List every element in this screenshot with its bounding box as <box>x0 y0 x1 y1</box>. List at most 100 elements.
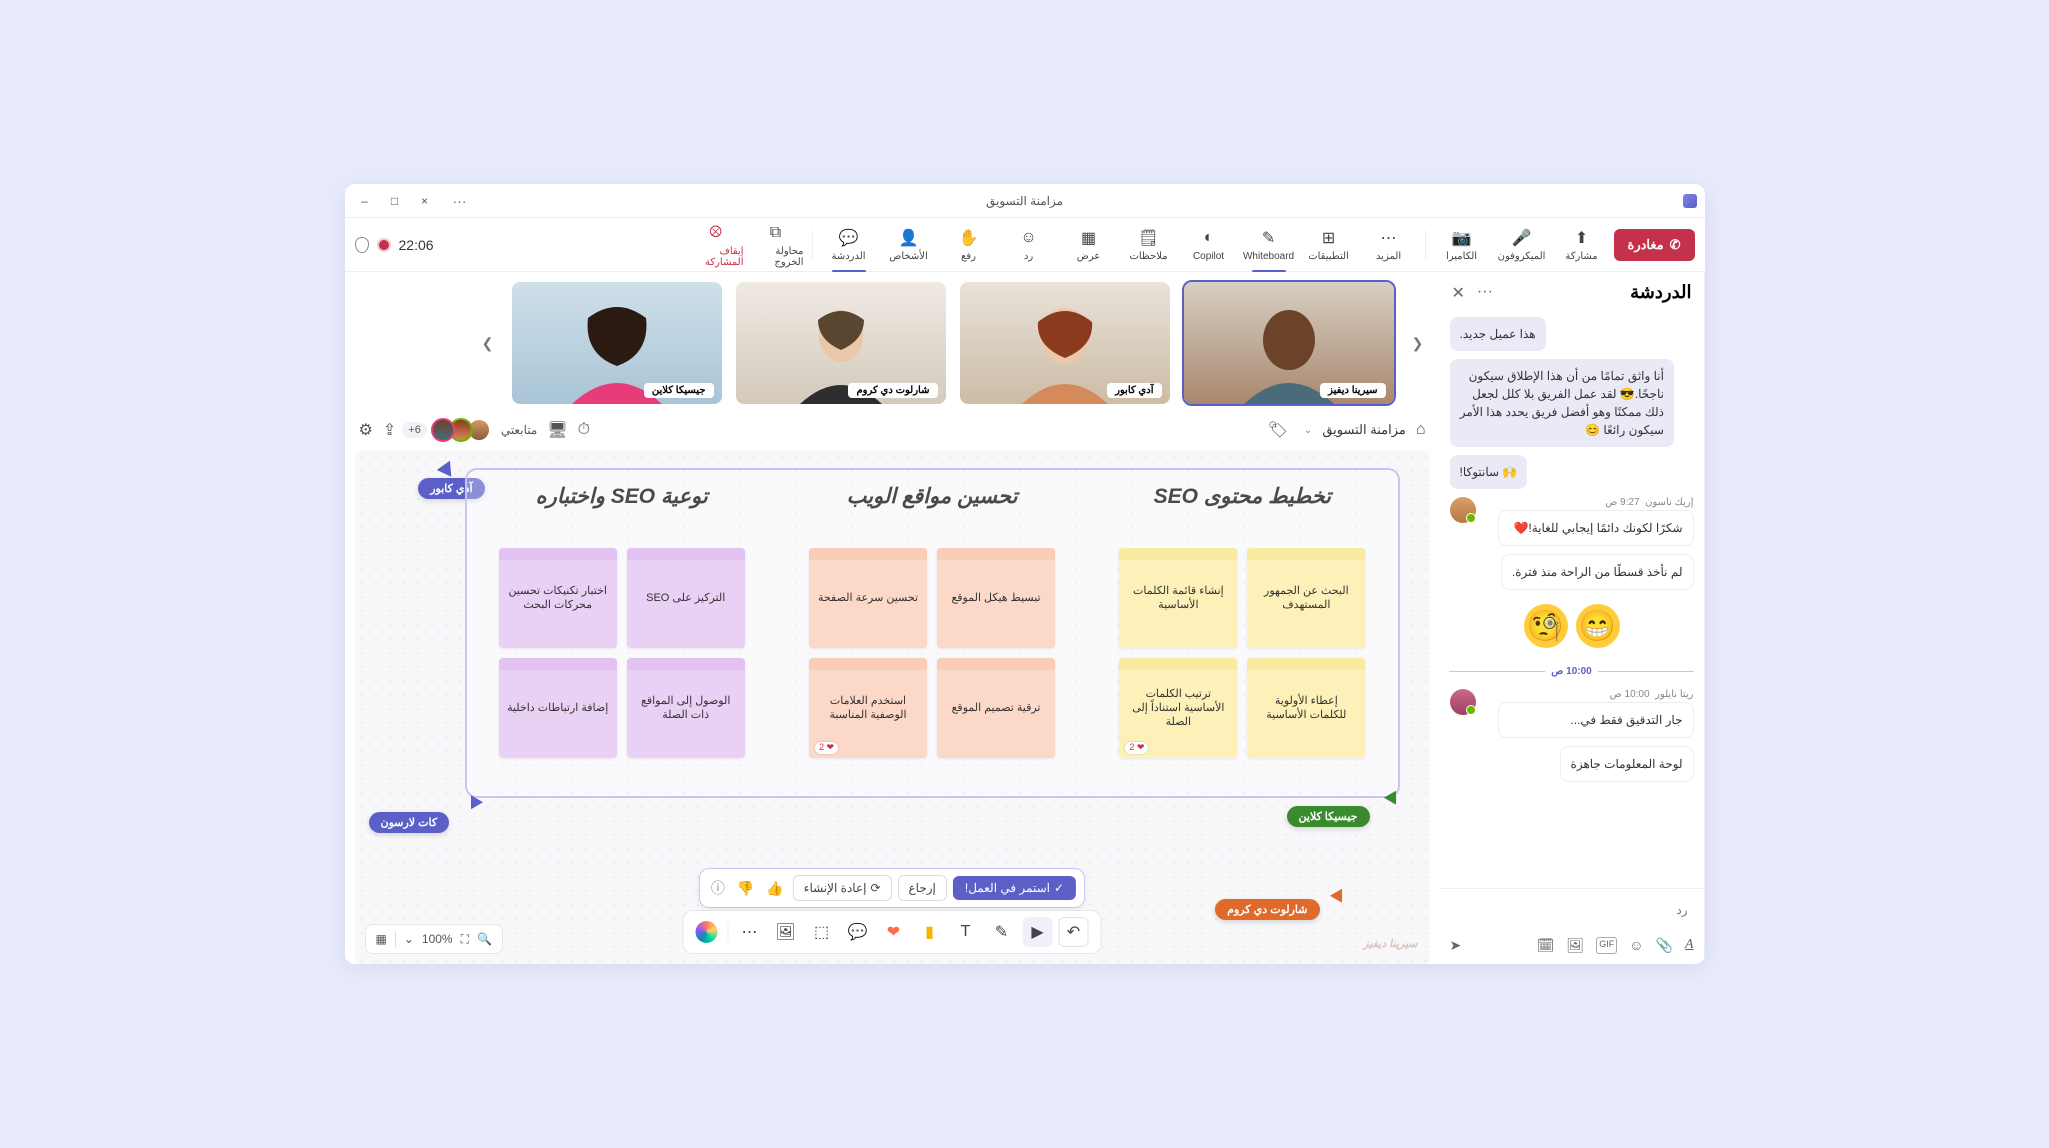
follow-label[interactable]: متابعتي <box>501 423 537 437</box>
pen-tool[interactable]: ✎ <box>987 917 1017 947</box>
sticky-note[interactable]: البحث عن الجمهور المستهدف <box>1247 548 1365 648</box>
sticky-note[interactable]: اختبار تكنيكات تحسين محركات البحث <box>499 548 617 648</box>
schedule-icon[interactable]: 🗓 <box>1537 937 1555 954</box>
chat-compose <box>1440 888 1704 931</box>
window-maximize-button[interactable]: □ <box>381 189 409 213</box>
sticky-note[interactable]: استخدم العلامات الوصفية المناسبة❤ 2 <box>809 658 927 758</box>
sticky-note[interactable]: إعطاء الأولوية للكلمات الأساسية <box>1247 658 1365 758</box>
tag-icon[interactable]: 🏷 <box>1268 420 1288 440</box>
emoji-grin-icon[interactable]: 😁 <box>1576 604 1620 648</box>
view-button[interactable]: ▦عرض <box>1061 221 1117 269</box>
strip-prev-button[interactable]: ❮ <box>1408 313 1428 373</box>
chat-message: هذا عميل جديد. <box>1450 317 1546 351</box>
thumbs-down-icon[interactable]: 👎 <box>734 880 757 897</box>
video-tile[interactable]: سيرينا ديفيز <box>1184 282 1394 404</box>
more-button[interactable]: ⋯المزيد <box>1361 221 1417 269</box>
settings-gear-icon[interactable]: ⚙ <box>359 420 373 440</box>
video-tile[interactable]: شارلوت دي كروم <box>736 282 946 404</box>
camera-icon: 📷 <box>1451 227 1473 249</box>
send-icon[interactable]: ➤ <box>1450 937 1462 954</box>
whiteboard-canvas[interactable]: آدي كابور تخطيط محتوى SEO البحث عن الجمه… <box>355 450 1430 964</box>
whiteboard-title[interactable]: مزامنة التسويق <box>1322 422 1405 438</box>
gif-icon[interactable]: GIF <box>1596 937 1617 954</box>
comment-tool[interactable]: 💬 <box>843 917 873 947</box>
sticky-note[interactable]: ترقية تصميم الموقع <box>937 658 1055 758</box>
presence-avatars[interactable] <box>437 418 491 442</box>
window-close-button[interactable]: × <box>411 189 439 213</box>
sticky-note[interactable]: الوصول إلى المواقع ذات الصلة <box>627 658 745 758</box>
sticky-note[interactable]: إنشاء قائمة الكلمات الأساسية <box>1119 548 1237 648</box>
note-reaction[interactable]: ❤ 2 <box>815 742 838 754</box>
strip-next-button[interactable]: ❯ <box>478 313 498 373</box>
breakout-button[interactable]: ⧉محاولة الخروج <box>748 221 804 269</box>
chat-more-button[interactable]: ··· <box>1477 283 1493 303</box>
board-frame: تخطيط محتوى SEO البحث عن الجمهور المستهد… <box>465 468 1400 798</box>
fit-icon[interactable]: ⛶ <box>461 932 469 947</box>
format-icon[interactable]: A <box>1685 937 1694 954</box>
mic-button[interactable]: 🎤الميكروفون <box>1494 221 1550 269</box>
attach-icon[interactable]: 📎 <box>1656 937 1673 954</box>
timer-icon[interactable]: ⏱ <box>578 421 590 439</box>
copilot-button[interactable]: ◐Copilot <box>1181 221 1237 269</box>
sticky-tool[interactable]: ▮ <box>915 917 945 947</box>
home-icon[interactable]: ⌂ <box>1416 421 1426 439</box>
chat-scroll[interactable]: هذا عميل جديد. أنا واثق تمامًا من أن هذا… <box>1440 313 1704 888</box>
react-button[interactable]: ☺رد <box>1001 221 1057 269</box>
sticker-icon[interactable]: 🖼 <box>1566 937 1584 954</box>
select-tool[interactable]: ▶ <box>1023 917 1053 947</box>
emoji-monocle-icon[interactable]: 🧐 <box>1524 604 1568 648</box>
share-link-icon[interactable]: ⇪ <box>383 420 396 440</box>
image-tool[interactable]: 🖼 <box>771 917 801 947</box>
canvas-toolbar: ↶ ▶ ✎ T ▮ ❤ 💬 ⬚ 🖼 ⋯ <box>683 910 1102 954</box>
people-button[interactable]: 👤الأشخاص <box>881 221 937 269</box>
zoom-out-icon[interactable]: 🔍 <box>477 932 492 946</box>
ai-keep-button[interactable]: ✓استمر في العمل! <box>953 876 1076 900</box>
chat-reply-input[interactable] <box>1450 897 1694 923</box>
ai-regenerate-button[interactable]: ⟳إعادة الإنشاء <box>793 875 892 901</box>
sticky-note[interactable]: ترتيب الكلمات الأساسية استناداً إلى الصل… <box>1119 658 1237 758</box>
leave-button[interactable]: ✆ مغادرة <box>1614 229 1695 261</box>
chat-button[interactable]: 💬الدردشة <box>821 221 877 269</box>
ai-retry-button[interactable]: إرجاع <box>898 875 947 901</box>
shape-tool[interactable]: ⬚ <box>807 917 837 947</box>
whiteboard-header: ⌂ مزامنة التسويق ⌄ 🏷 ⏱ 🖥 متابعتي 6+ ⇪ <box>345 414 1440 450</box>
undo-button[interactable]: ↶ <box>1059 917 1089 947</box>
video-tile[interactable]: آدي كابور <box>960 282 1170 404</box>
whiteboard-button[interactable]: ✎Whiteboard <box>1241 221 1297 269</box>
overflow-count[interactable]: 6+ <box>402 422 427 438</box>
video-tile[interactable]: جيسيكا كلاين <box>512 282 722 404</box>
tile-name-label: جيسيكا كلاين <box>644 383 714 398</box>
camera-button[interactable]: 📷الكاميرا <box>1434 221 1490 269</box>
emoji-picker-icon[interactable]: ☺ <box>1629 937 1643 954</box>
ai-suggestion-bar: ✓استمر في العمل! إرجاع ⟳إعادة الإنشاء 👍 … <box>699 868 1085 908</box>
apps-button[interactable]: ⊞التطبيقات <box>1301 221 1357 269</box>
reaction-tool[interactable]: ❤ <box>879 917 909 947</box>
sticky-note[interactable]: إضافة ارتباطات داخلية <box>499 658 617 758</box>
remote-cursor: كات لارسون <box>369 812 450 833</box>
present-icon[interactable]: 🖥 <box>547 420 567 440</box>
info-icon[interactable]: ⓘ <box>708 878 728 898</box>
apps-icon: ⊞ <box>1318 227 1340 249</box>
stop-share-button[interactable]: ⮾إيقاف المشاركة <box>688 221 744 269</box>
sticky-note[interactable]: تحسين سرعة الصفحة <box>809 548 927 648</box>
sticky-note[interactable]: التركيز على SEO <box>627 548 745 648</box>
privacy-shield-icon[interactable] <box>355 237 369 253</box>
notes-button[interactable]: 🗒ملاحظات <box>1121 221 1177 269</box>
share-button[interactable]: ⬆مشاركة <box>1554 221 1610 269</box>
more-tools[interactable]: ⋯ <box>735 917 765 947</box>
chevron-down-icon[interactable]: ⌄ <box>404 932 414 946</box>
notes-icon: 🗒 <box>1138 227 1160 249</box>
raise-hand-button[interactable]: ✋رفع <box>941 221 997 269</box>
sticky-note[interactable]: تبسيط هيكل الموقع <box>937 548 1055 648</box>
note-reaction[interactable]: ❤ 2 <box>1125 742 1148 754</box>
thumbs-up-icon[interactable]: 👍 <box>763 880 786 897</box>
chat-close-button[interactable]: ✕ <box>1452 283 1465 303</box>
titlebar-more-button[interactable]: ··· <box>453 193 467 209</box>
grid-toggle-icon[interactable]: ▦ <box>376 932 387 946</box>
text-tool[interactable]: T <box>951 917 981 947</box>
ghost-label: سيرينا ديفيز <box>1363 937 1417 950</box>
copilot-canvas-button[interactable] <box>692 917 722 947</box>
window-minimize-button[interactable]: – <box>351 189 379 213</box>
chevron-down-icon[interactable]: ⌄ <box>1304 425 1312 436</box>
zoom-level[interactable]: 100% <box>422 932 453 946</box>
